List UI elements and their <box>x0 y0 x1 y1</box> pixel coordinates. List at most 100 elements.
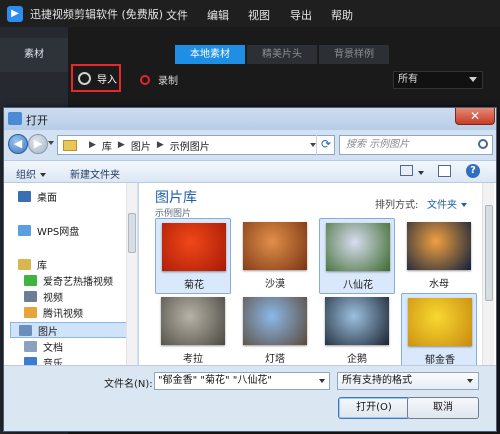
filetype-value: 所有支持的格式 <box>342 375 412 386</box>
refresh-icon[interactable]: ⟳ <box>316 135 335 155</box>
sort-label: 排列方式: <box>375 200 419 211</box>
nav-item-7[interactable]: 文档 <box>24 339 63 354</box>
filename-label: 文件名(N): <box>104 379 153 390</box>
thumbnail-image <box>325 297 389 345</box>
view-dropdown-icon[interactable] <box>418 171 424 175</box>
nav-item-3[interactable]: 爱奇艺热播视频 <box>24 273 113 288</box>
thumbnail-image <box>162 223 226 271</box>
thumbnail-item[interactable]: 八仙花 <box>319 218 395 294</box>
open-file-dialog: 打开 ✕ ◀ ▶ ▶ 库 ▶ 图片 ▶ 示例图片 ⟳ 搜索 示例图片 组织 新建… <box>3 107 497 432</box>
breadcrumb-library[interactable]: 库 <box>102 138 112 153</box>
chevron-down-icon <box>469 77 477 82</box>
menu-view[interactable]: 视图 <box>248 7 270 23</box>
forward-button[interactable]: ▶ <box>28 134 48 154</box>
import-button[interactable]: 导入 <box>71 64 121 92</box>
thumbnail-label: 水母 <box>429 279 449 290</box>
thumbnail-item[interactable]: 企鹅 <box>319 293 395 365</box>
record-button[interactable]: 录制 <box>140 72 178 87</box>
navigation-pane: 桌面 WPS网盘库爱奇艺热播视频视频腾讯视频图片 文档音乐 <box>4 183 138 365</box>
chevron-down-icon <box>40 173 46 177</box>
media-filter-select[interactable]: 所有 <box>393 71 483 89</box>
nav-item-label: 音乐 <box>43 359 63 365</box>
app-title: 迅捷视频剪辑软件 (免费版) <box>30 7 164 21</box>
tencent-video-icon <box>24 307 37 318</box>
documents-folder-icon <box>24 341 37 352</box>
nav-item-4[interactable]: 视频 <box>24 289 63 304</box>
content-scrollbar[interactable] <box>482 183 494 365</box>
thumbnail-label: 企鹅 <box>347 354 367 365</box>
nav-item-5[interactable]: 腾讯视频 <box>24 305 83 320</box>
record-icon <box>140 74 150 85</box>
file-list-pane: 图片库 示例图片 排列方式: 文件夹 菊花 沙漠 八仙花 水母 考拉 灯塔 企鹅 郁金香 <box>139 183 496 365</box>
search-input[interactable]: 搜索 示例图片 <box>339 135 493 155</box>
chevron-down-icon[interactable] <box>319 379 325 383</box>
filename-input[interactable]: "郁金香" "菊花" "八仙花" <box>154 372 330 390</box>
thumbnail-label: 郁金香 <box>425 355 455 365</box>
nav-item-label: 视频 <box>43 293 63 304</box>
breadcrumb-pictures[interactable]: 图片 <box>131 138 151 153</box>
sort-dropdown[interactable]: 文件夹 <box>427 196 467 211</box>
tab-intro-clips[interactable]: 精美片头 <box>247 45 317 64</box>
organize-button[interactable]: 组织 <box>16 166 46 181</box>
address-bar[interactable]: ▶ 库 ▶ 图片 ▶ 示例图片 <box>57 135 335 155</box>
breadcrumb-sample-pictures[interactable]: 示例图片 <box>170 138 210 153</box>
cancel-button[interactable]: 取消 <box>407 397 479 419</box>
nav-item-0[interactable]: 桌面 <box>18 189 57 204</box>
preview-pane-icon[interactable] <box>438 165 451 177</box>
record-label: 录制 <box>158 76 178 87</box>
new-folder-button[interactable]: 新建文件夹 <box>70 166 120 181</box>
breadcrumb-separator-icon: ▶ <box>117 140 125 150</box>
library-title: 图片库 <box>155 190 197 206</box>
iqiyi-icon <box>24 275 37 286</box>
app-logo-icon: ▶ <box>7 5 23 22</box>
breadcrumb-separator-icon: ▶ <box>89 140 96 150</box>
filetype-select[interactable]: 所有支持的格式 <box>337 372 479 390</box>
thumbnail-label: 灯塔 <box>265 354 285 365</box>
menu-file[interactable]: 文件 <box>166 7 188 23</box>
thumbnail-image <box>326 223 390 271</box>
history-dropdown-icon[interactable] <box>48 141 54 145</box>
media-filter-value: 所有 <box>398 74 418 85</box>
thumbnail-label: 菊花 <box>184 280 204 291</box>
sort-value: 文件夹 <box>427 200 457 211</box>
nav-item-2[interactable]: 库 <box>18 257 47 272</box>
breadcrumb-separator-icon: ▶ <box>156 140 164 150</box>
help-icon[interactable]: ? <box>466 164 480 178</box>
thumbnail-item[interactable]: 灯塔 <box>237 293 313 365</box>
import-label: 导入 <box>97 74 117 86</box>
view-mode-icon[interactable] <box>400 165 413 176</box>
thumbnail-label: 考拉 <box>183 354 203 365</box>
nav-item-label: WPS网盘 <box>37 227 80 238</box>
menu-help[interactable]: 帮助 <box>331 7 353 23</box>
thumbnail-item[interactable]: 沙漠 <box>237 218 313 294</box>
thumbnail-label: 沙漠 <box>265 279 285 290</box>
thumbnail-item[interactable]: 水母 <box>401 218 477 294</box>
menu-edit[interactable]: 编辑 <box>207 7 229 23</box>
close-button[interactable]: ✕ <box>455 108 495 125</box>
thumbnail-item[interactable]: 郁金香 <box>401 293 477 365</box>
nav-item-6[interactable]: 图片 <box>10 322 128 338</box>
scrollbar-thumb[interactable] <box>128 213 136 253</box>
nav-item-1[interactable]: WPS网盘 <box>18 223 79 238</box>
menu-export[interactable]: 导出 <box>290 7 312 23</box>
tab-local-material[interactable]: 本地素材 <box>175 45 245 64</box>
folder-icon <box>63 139 77 151</box>
thumbnail-item[interactable]: 考拉 <box>155 293 231 365</box>
nav-item-8[interactable]: 音乐 <box>24 355 63 365</box>
cloud-icon <box>18 225 31 236</box>
nav-scrollbar[interactable] <box>126 183 137 365</box>
nav-item-label: 腾讯视频 <box>43 309 83 320</box>
open-button[interactable]: 打开(O) <box>338 397 410 419</box>
dialog-footer: 文件名(N): "郁金香" "菊花" "八仙花" 所有支持的格式 打开(O) 取… <box>4 365 496 431</box>
music-folder-icon <box>24 357 37 365</box>
sidebar-tab-material[interactable]: 素材 <box>0 38 68 72</box>
thumbnail-item[interactable]: 菊花 <box>155 218 231 294</box>
search-placeholder: 搜索 示例图片 <box>346 139 410 150</box>
tab-background-samples[interactable]: 背景样例 <box>319 45 389 64</box>
thumbnail-image <box>243 297 307 345</box>
pictures-folder-icon <box>19 324 32 336</box>
search-icon <box>478 139 488 149</box>
thumbnail-image <box>161 297 225 345</box>
back-button[interactable]: ◀ <box>8 134 28 154</box>
scrollbar-thumb[interactable] <box>485 205 493 301</box>
